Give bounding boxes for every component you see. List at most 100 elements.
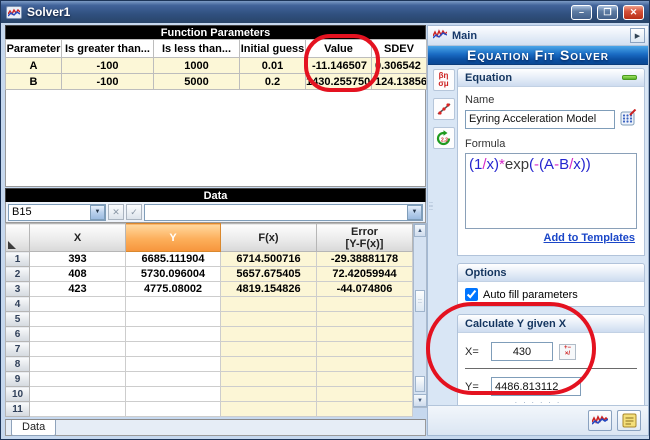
recalculate-tool-button[interactable]: 2.2 bbox=[432, 127, 455, 149]
formula-edit-field[interactable]: ▼ bbox=[144, 203, 423, 221]
scrollbar-thumb[interactable] bbox=[415, 376, 425, 392]
maximize-button[interactable]: ❐ bbox=[597, 4, 618, 20]
grid-col-header-f(x)[interactable]: F(x) bbox=[220, 223, 317, 252]
fit-curve-tool-button[interactable] bbox=[432, 98, 455, 120]
recalc-operations-icon[interactable]: +− ×/ bbox=[559, 343, 576, 360]
scroll-down-icon[interactable]: ▼ bbox=[413, 394, 427, 407]
panel-menu-arrow-icon[interactable]: ▶ bbox=[630, 28, 645, 43]
param-cell[interactable]: 0.01 bbox=[239, 57, 306, 74]
grid-cell[interactable]: 6714.500716 bbox=[220, 251, 317, 267]
grid-cell[interactable] bbox=[220, 296, 317, 312]
auto-fill-checkbox[interactable] bbox=[465, 288, 478, 301]
grid-cell[interactable] bbox=[125, 386, 221, 402]
param-cell[interactable]: 0.2 bbox=[239, 73, 306, 90]
grid-cell[interactable] bbox=[29, 311, 126, 327]
grid-cell[interactable] bbox=[316, 296, 413, 312]
grid-vertical-scrollbar[interactable]: ▲ :: ▼ bbox=[413, 223, 427, 408]
grid-row-header[interactable]: 4 bbox=[5, 296, 30, 312]
grid-row-header[interactable]: 10 bbox=[5, 386, 30, 402]
grid-cell[interactable] bbox=[220, 311, 317, 327]
grid-cell[interactable] bbox=[316, 326, 413, 342]
grid-cell[interactable] bbox=[316, 356, 413, 372]
notes-button[interactable] bbox=[617, 410, 641, 431]
select-all-corner[interactable] bbox=[5, 223, 30, 252]
grid-cell[interactable] bbox=[29, 341, 126, 357]
grid-cell[interactable] bbox=[29, 386, 126, 402]
grid-cell[interactable] bbox=[125, 311, 221, 327]
formula-dropdown-icon[interactable]: ▼ bbox=[407, 204, 422, 220]
cancel-edit-button[interactable]: ✕ bbox=[108, 204, 124, 220]
grid-cell[interactable] bbox=[29, 326, 126, 342]
equation-builder-icon[interactable] bbox=[620, 108, 637, 129]
grid-row-header[interactable]: 11 bbox=[5, 401, 30, 417]
grid-row-header[interactable]: 8 bbox=[5, 356, 30, 372]
scrollbar-gripper[interactable]: :: bbox=[415, 290, 425, 312]
panel-splitter-handle[interactable]: . . . . . . bbox=[428, 397, 648, 405]
grid-cell[interactable] bbox=[125, 341, 221, 357]
param-cell[interactable]: 1430.255750 bbox=[305, 73, 372, 90]
scroll-up-icon[interactable]: ▲ bbox=[414, 224, 426, 237]
grid-row-header[interactable]: 1 bbox=[5, 251, 30, 267]
x-input[interactable] bbox=[491, 342, 553, 361]
grid-cell[interactable]: 6685.111904 bbox=[125, 251, 221, 267]
grid-row-header[interactable]: 6 bbox=[5, 326, 30, 342]
param-cell[interactable]: 1000 bbox=[153, 57, 240, 74]
add-to-templates-link[interactable]: Add to Templates bbox=[544, 232, 635, 244]
grid-cell[interactable] bbox=[125, 371, 221, 387]
grid-col-header-error[interactable]: Error [Y-F(x)] bbox=[316, 223, 413, 252]
grid-cell[interactable] bbox=[29, 401, 126, 417]
grid-row-header[interactable]: 9 bbox=[5, 371, 30, 387]
grid-cell[interactable]: 5730.096004 bbox=[125, 266, 221, 282]
param-cell[interactable]: -100 bbox=[61, 57, 154, 74]
grid-cell[interactable] bbox=[125, 401, 221, 417]
formula-editor[interactable]: (1/x)*exp(-(A-B/x)) bbox=[465, 153, 637, 229]
grid-cell[interactable]: 408 bbox=[29, 266, 126, 282]
confirm-edit-button[interactable]: ✓ bbox=[126, 204, 142, 220]
grid-cell[interactable]: 423 bbox=[29, 281, 126, 297]
param-cell[interactable]: 0.306542 bbox=[371, 57, 427, 74]
param-cell[interactable]: A bbox=[5, 57, 62, 74]
grid-cell[interactable] bbox=[316, 341, 413, 357]
grid-row-header[interactable]: 5 bbox=[5, 311, 30, 327]
grid-cell[interactable]: 5657.675405 bbox=[220, 266, 317, 282]
minimize-button[interactable]: – bbox=[571, 4, 592, 20]
grid-cell[interactable]: 4819.154826 bbox=[220, 281, 317, 297]
grid-cell[interactable]: 393 bbox=[29, 251, 126, 267]
grid-cell[interactable] bbox=[29, 371, 126, 387]
y-output[interactable] bbox=[491, 377, 581, 396]
param-cell[interactable]: -11.146507 bbox=[305, 57, 372, 74]
grid-cell[interactable] bbox=[316, 371, 413, 387]
cell-reference-combo[interactable]: B15 ▼ bbox=[8, 203, 106, 221]
grid-cell[interactable] bbox=[220, 356, 317, 372]
grid-cell[interactable] bbox=[220, 386, 317, 402]
grid-row-header[interactable]: 3 bbox=[5, 281, 30, 297]
param-cell[interactable]: -100 bbox=[61, 73, 154, 90]
grid-cell[interactable]: 4775.08002 bbox=[125, 281, 221, 297]
grid-cell[interactable] bbox=[316, 401, 413, 417]
grid-cell[interactable] bbox=[316, 386, 413, 402]
param-cell[interactable]: B bbox=[5, 73, 62, 90]
tab-data[interactable]: Data bbox=[11, 420, 57, 436]
fit-report-button[interactable] bbox=[588, 410, 612, 431]
grid-cell[interactable]: 72.42059944 bbox=[316, 266, 413, 282]
grid-cell[interactable]: -29.38881178 bbox=[316, 251, 413, 267]
grid-cell[interactable]: -44.074806 bbox=[316, 281, 413, 297]
parameters-tool-button[interactable]: βη σμ bbox=[432, 69, 455, 91]
grid-cell[interactable] bbox=[220, 341, 317, 357]
param-cell[interactable]: 124.138567 bbox=[371, 73, 427, 90]
grid-cell[interactable] bbox=[125, 326, 221, 342]
equation-name-input[interactable] bbox=[465, 109, 615, 129]
grid-cell[interactable] bbox=[220, 401, 317, 417]
title-bar[interactable]: Solver1 – ❐ ✕ bbox=[1, 1, 649, 23]
grid-cell[interactable] bbox=[29, 356, 126, 372]
grid-col-header-x[interactable]: X bbox=[29, 223, 126, 252]
grid-cell[interactable] bbox=[125, 296, 221, 312]
grid-cell[interactable] bbox=[220, 371, 317, 387]
grid-col-header-y[interactable]: Y bbox=[125, 223, 221, 252]
grid-cell[interactable] bbox=[125, 356, 221, 372]
grid-cell[interactable] bbox=[29, 296, 126, 312]
close-button[interactable]: ✕ bbox=[623, 4, 644, 20]
param-cell[interactable]: 5000 bbox=[153, 73, 240, 90]
grid-row-header[interactable]: 7 bbox=[5, 341, 30, 357]
grid-row-header[interactable]: 2 bbox=[5, 266, 30, 282]
